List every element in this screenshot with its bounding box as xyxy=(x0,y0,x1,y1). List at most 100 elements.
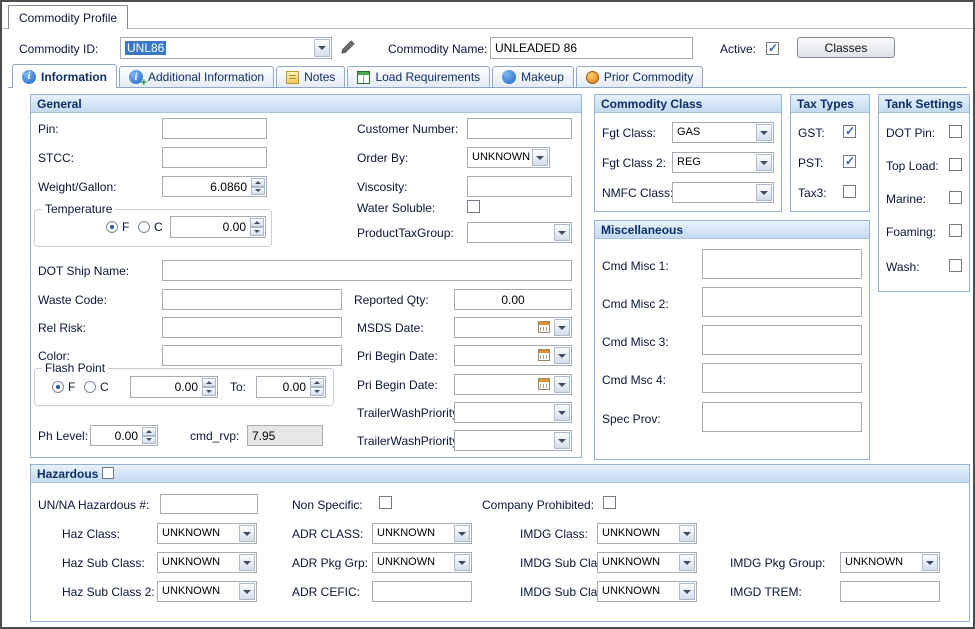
top-load-checkbox[interactable] xyxy=(949,158,962,171)
ph-level-spinner[interactable]: 0.00 xyxy=(90,425,158,446)
waste-code-input[interactable] xyxy=(162,289,342,310)
calendar-icon[interactable] xyxy=(538,349,550,361)
cmd-misc1-input[interactable] xyxy=(702,249,862,279)
dropdown-arrow-icon[interactable] xyxy=(554,404,570,421)
trailer-wash-priority-combo[interactable] xyxy=(454,402,572,423)
msds-date-picker[interactable] xyxy=(454,317,572,338)
spinner-up-icon[interactable] xyxy=(250,218,264,227)
imdg-class-combo[interactable]: UNKNOWN xyxy=(597,523,697,544)
foaming-checkbox[interactable] xyxy=(949,224,962,237)
spinner-down-icon[interactable] xyxy=(251,187,265,196)
color-input[interactable] xyxy=(162,345,342,366)
pin-input[interactable] xyxy=(162,118,267,139)
adr-pkg-grp-combo[interactable]: UNKNOWN xyxy=(372,552,472,573)
temperature-value-spinner[interactable]: 0.00 xyxy=(170,216,266,238)
haz-class-combo[interactable]: UNKNOWN xyxy=(157,523,257,544)
tab-prior-commodity[interactable]: Prior Commodity xyxy=(576,66,703,87)
reported-qty-input[interactable] xyxy=(454,289,572,310)
stcc-input[interactable] xyxy=(162,147,267,168)
weight-gallon-spinner[interactable]: 6.0860 xyxy=(162,176,267,197)
nmfc-class-combo[interactable] xyxy=(672,182,774,203)
pri-begin-date2-picker[interactable] xyxy=(454,374,572,395)
commodity-name-input[interactable] xyxy=(490,37,693,59)
tab-makeup[interactable]: Makeup xyxy=(492,66,574,87)
classes-button[interactable]: Classes xyxy=(797,37,895,58)
dropdown-arrow-icon[interactable] xyxy=(554,376,570,393)
wash-checkbox[interactable] xyxy=(949,259,962,272)
gst-checkbox[interactable] xyxy=(843,125,856,138)
tab-additional-information[interactable]: i Additional Information xyxy=(119,66,274,87)
product-tax-group-combo[interactable] xyxy=(467,222,572,243)
adr-cefic-input[interactable] xyxy=(372,581,472,602)
imgd-trem-input[interactable] xyxy=(840,581,940,602)
dropdown-arrow-icon[interactable] xyxy=(239,554,255,571)
dropdown-arrow-icon[interactable] xyxy=(679,525,695,542)
dropdown-arrow-icon[interactable] xyxy=(454,554,470,571)
dot-ship-name-input[interactable] xyxy=(162,260,572,281)
dropdown-arrow-icon[interactable] xyxy=(314,39,330,57)
dropdown-arrow-icon[interactable] xyxy=(554,319,570,336)
tab-information[interactable]: i Information xyxy=(12,64,117,88)
spinner-up-icon[interactable] xyxy=(202,378,216,387)
dropdown-arrow-icon[interactable] xyxy=(756,154,772,171)
spec-prov-input[interactable] xyxy=(702,402,862,432)
imdg-pkg-group-combo[interactable]: UNKNOWN xyxy=(840,552,940,573)
cmd-misc3-input[interactable] xyxy=(702,325,862,355)
haz-sub-class2-combo[interactable]: UNKNOWN xyxy=(157,581,257,602)
flash-to-spinner[interactable]: 0.00 xyxy=(256,376,326,398)
adr-class-combo[interactable]: UNKNOWN xyxy=(372,523,472,544)
spinner-down-icon[interactable] xyxy=(250,227,264,236)
cmd-msc4-input[interactable] xyxy=(702,363,862,393)
temperature-c-radio[interactable] xyxy=(138,221,150,233)
water-soluble-checkbox[interactable] xyxy=(467,200,480,213)
rel-risk-input[interactable] xyxy=(162,317,342,338)
pri-begin-date-picker[interactable] xyxy=(454,345,572,366)
calendar-icon[interactable] xyxy=(538,321,550,333)
commodity-profile-tab[interactable]: Commodity Profile xyxy=(8,5,128,29)
dropdown-arrow-icon[interactable] xyxy=(756,124,772,141)
spinner-down-icon[interactable] xyxy=(202,387,216,396)
non-specific-checkbox[interactable] xyxy=(379,496,392,509)
order-by-combo[interactable]: UNKNOWN xyxy=(467,147,550,168)
viscosity-input[interactable] xyxy=(467,176,572,197)
dropdown-arrow-icon[interactable] xyxy=(554,432,570,449)
dropdown-arrow-icon[interactable] xyxy=(554,347,570,364)
tax3-checkbox[interactable] xyxy=(843,185,856,198)
un-na-hazardous-input[interactable] xyxy=(160,494,258,514)
dropdown-arrow-icon[interactable] xyxy=(756,184,772,201)
imdg-sub-class2-combo[interactable]: UNKNOWN xyxy=(597,581,697,602)
pst-checkbox[interactable] xyxy=(843,155,856,168)
marine-checkbox[interactable] xyxy=(949,191,962,204)
company-prohibited-checkbox[interactable] xyxy=(603,496,616,509)
imdg-sub-class-combo[interactable]: UNKNOWN xyxy=(597,552,697,573)
tab-load-requirements[interactable]: Load Requirements xyxy=(347,66,490,87)
dropdown-arrow-icon[interactable] xyxy=(922,554,938,571)
fgt-class-combo[interactable]: GAS xyxy=(672,122,774,143)
spinner-down-icon[interactable] xyxy=(142,436,156,445)
flash-value-spinner[interactable]: 0.00 xyxy=(130,376,218,398)
cmd-misc2-input[interactable] xyxy=(702,287,862,317)
dropdown-arrow-icon[interactable] xyxy=(454,525,470,542)
edit-pencil-icon[interactable] xyxy=(340,39,356,55)
dropdown-arrow-icon[interactable] xyxy=(554,224,570,241)
tab-notes[interactable]: Notes xyxy=(276,66,345,87)
haz-sub-class-combo[interactable]: UNKNOWN xyxy=(157,552,257,573)
active-checkbox[interactable] xyxy=(766,42,779,55)
spinner-up-icon[interactable] xyxy=(142,427,156,436)
calendar-icon[interactable] xyxy=(538,378,550,390)
flash-f-radio[interactable] xyxy=(52,381,64,393)
fgt-class2-combo[interactable]: REG xyxy=(672,152,774,173)
spinner-down-icon[interactable] xyxy=(310,387,324,396)
spinner-up-icon[interactable] xyxy=(251,178,265,187)
commodity-id-combo[interactable]: UNL86 xyxy=(120,37,332,59)
dropdown-arrow-icon[interactable] xyxy=(239,583,255,600)
dropdown-arrow-icon[interactable] xyxy=(679,554,695,571)
dot-pin-checkbox[interactable] xyxy=(949,125,962,138)
dropdown-arrow-icon[interactable] xyxy=(532,149,548,166)
temperature-f-radio[interactable] xyxy=(106,221,118,233)
dropdown-arrow-icon[interactable] xyxy=(239,525,255,542)
hazardous-checkbox[interactable] xyxy=(102,467,114,479)
customer-number-input[interactable] xyxy=(467,118,572,139)
spinner-up-icon[interactable] xyxy=(310,378,324,387)
dropdown-arrow-icon[interactable] xyxy=(679,583,695,600)
